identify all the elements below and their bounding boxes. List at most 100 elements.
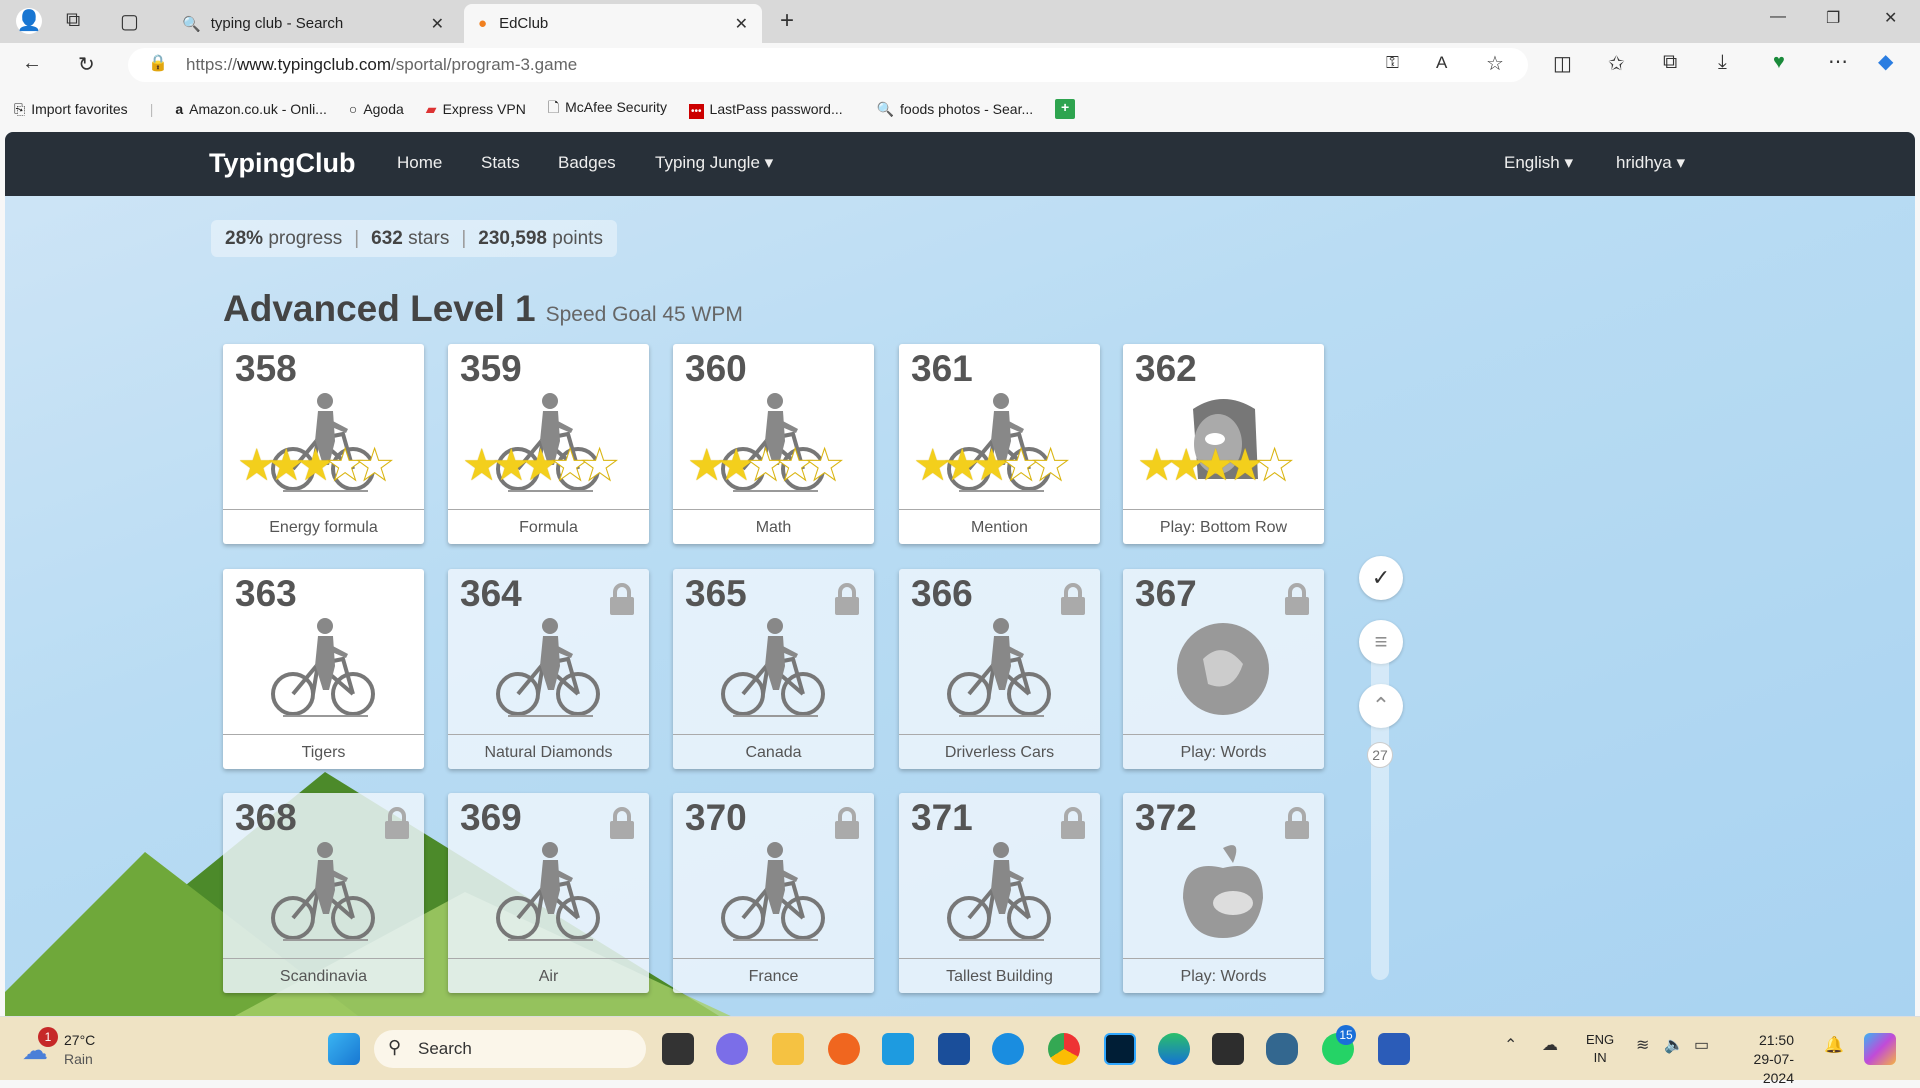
- favorite-star-icon[interactable]: ☆: [1486, 51, 1504, 76]
- collections-icon[interactable]: ⧉: [1663, 51, 1677, 74]
- notification-bell-icon[interactable]: 🔔: [1824, 1035, 1844, 1055]
- minimize-icon[interactable]: —: [1770, 8, 1786, 26]
- lock-icon[interactable]: 🔒: [148, 53, 168, 73]
- lesson-card-359[interactable]: 359 ★ ★ ★ ★ ★ Formula: [448, 344, 649, 544]
- user-dropdown[interactable]: hridhya ▾: [1616, 153, 1685, 173]
- volume-icon[interactable]: 🔈: [1664, 1035, 1684, 1055]
- input-language[interactable]: ENG IN: [1586, 1031, 1614, 1067]
- read-aloud-icon[interactable]: A: [1436, 53, 1447, 73]
- level-page-indicator[interactable]: 27: [1367, 742, 1393, 768]
- nav-typing-jungle[interactable]: Typing Jungle ▾: [655, 153, 773, 173]
- store-icon[interactable]: [938, 1033, 970, 1065]
- lesson-card-362[interactable]: 362 ★ ★ ★ ★ ★ Play: Bottom Row: [1123, 344, 1324, 544]
- bookmark-express-vpn[interactable]: ▰ Express VPN: [426, 101, 526, 118]
- lesson-card-372[interactable]: 372 Play: Words: [1123, 793, 1324, 993]
- workspaces-icon[interactable]: ⧉: [66, 9, 80, 32]
- nav-home[interactable]: Home: [397, 153, 442, 173]
- myhp-icon[interactable]: [882, 1033, 914, 1065]
- bookmark-mcafee[interactable]: 🗋 McAfee Security: [548, 97, 667, 121]
- clock[interactable]: 21:50 29-07-2024: [1724, 1031, 1794, 1088]
- weather-desc: Rain: [64, 1051, 93, 1067]
- bookmark-import-favorites[interactable]: ⎘ Import favorites: [14, 101, 128, 118]
- chevron-up-icon[interactable]: ⌃: [1504, 1035, 1517, 1055]
- bookmark-label: LastPass password...: [709, 101, 843, 117]
- lesson-label: Play: Bottom Row: [1123, 509, 1324, 544]
- lock-icon: [1284, 583, 1310, 620]
- lesson-card-360[interactable]: 360 ★ ★ ★ ★ ★ Math: [673, 344, 874, 544]
- copilot-icon[interactable]: [1864, 1033, 1896, 1065]
- weather-badge: 1: [38, 1027, 58, 1047]
- word-icon[interactable]: [1378, 1033, 1410, 1065]
- completed-filter-button[interactable]: ✓: [1359, 556, 1403, 600]
- lesson-card-366[interactable]: 366 Driverless Cars: [899, 569, 1100, 769]
- level-scrollbar[interactable]: [1371, 625, 1389, 980]
- chrome-icon[interactable]: [1048, 1033, 1080, 1065]
- lesson-card-371[interactable]: 371 Tallest Building: [899, 793, 1100, 993]
- restore-icon[interactable]: ❐: [1826, 8, 1840, 28]
- lesson-card-363[interactable]: 363 Tigers: [223, 569, 424, 769]
- copilot-icon[interactable]: ◆: [1878, 49, 1893, 74]
- level-heading: Advanced Level 1 Speed Goal 45 WPM: [223, 288, 743, 330]
- battery-icon[interactable]: ▭: [1694, 1035, 1709, 1055]
- lesson-card-361[interactable]: 361 ★ ★ ★ ★ ★ Mention: [899, 344, 1100, 544]
- profile-icon[interactable]: 👤: [16, 8, 42, 34]
- lesson-card-370[interactable]: 370 France: [673, 793, 874, 993]
- tab-edclub[interactable]: ● EdClub ✕: [464, 4, 762, 43]
- close-tab-icon[interactable]: ✕: [735, 14, 748, 34]
- weather-widget[interactable]: 27°C Rain: [64, 1031, 95, 1069]
- tab-typing-club-search[interactable]: 🔍 typing club - Search ✕: [168, 4, 458, 43]
- photoshop-icon[interactable]: [1104, 1033, 1136, 1065]
- downloads-icon[interactable]: ⤓: [1718, 51, 1727, 74]
- nav-stats[interactable]: Stats: [481, 153, 520, 173]
- star-rating: ★ ★ ★ ★ ★: [237, 443, 395, 488]
- lastpass-icon: •••: [689, 104, 704, 119]
- edge-icon[interactable]: [1158, 1033, 1190, 1065]
- search-label: Search: [418, 1039, 472, 1058]
- nav-badges[interactable]: Badges: [558, 153, 616, 173]
- favorites-icon[interactable]: ✩: [1608, 51, 1625, 76]
- lesson-card-364[interactable]: 364 Natural Diamonds: [448, 569, 649, 769]
- points-stat: 230,598 points: [478, 227, 603, 249]
- wifi-icon[interactable]: ≋: [1636, 1035, 1649, 1055]
- star-empty-icon: ★: [804, 441, 845, 490]
- close-window-icon[interactable]: ✕: [1884, 8, 1897, 28]
- search-icon: 🔍: [876, 100, 895, 117]
- onedrive-error-icon[interactable]: ☁: [1542, 1035, 1558, 1055]
- bookmark-agoda[interactable]: ○ Agoda: [349, 101, 404, 117]
- new-tab-icon[interactable]: +: [780, 7, 794, 35]
- lesson-card-369[interactable]: 369 Air: [448, 793, 649, 993]
- teams-icon[interactable]: [716, 1033, 748, 1065]
- password-key-icon[interactable]: ⚿: [1386, 53, 1399, 73]
- start-icon[interactable]: [328, 1033, 360, 1065]
- refresh-icon[interactable]: ↻: [78, 52, 95, 77]
- terminal-icon[interactable]: [1212, 1033, 1244, 1065]
- close-tab-icon[interactable]: ✕: [431, 14, 444, 34]
- firefox-icon[interactable]: [828, 1033, 860, 1065]
- speed-goal: Speed Goal 45 WPM: [545, 303, 743, 326]
- url-input[interactable]: 🔒 https://www.typingclub.com/sportal/prog…: [128, 48, 1528, 82]
- bookmark-lastpass[interactable]: ••• LastPass password...: [689, 101, 843, 119]
- more-menu-icon[interactable]: ⋯: [1828, 49, 1848, 74]
- bookmark-amazon[interactable]: a Amazon.co.uk - Onli...: [175, 101, 327, 117]
- language-dropdown[interactable]: English ▾: [1504, 153, 1573, 173]
- bookmark-label: Amazon.co.uk - Onli...: [189, 101, 327, 117]
- tab-label: typing club - Search: [210, 15, 344, 32]
- browser-essentials-icon[interactable]: ♥: [1773, 51, 1785, 74]
- help-icon[interactable]: [992, 1033, 1024, 1065]
- task-view-icon[interactable]: [662, 1033, 694, 1065]
- taskbar-search[interactable]: ⚲ Search: [374, 1030, 646, 1068]
- tab-actions-icon[interactable]: ▢: [120, 9, 139, 34]
- lesson-card-358[interactable]: 358 ★ ★ ★ ★ ★ Energy formula: [223, 344, 424, 544]
- lesson-card-367[interactable]: 367 Play: Words: [1123, 569, 1324, 769]
- lesson-card-365[interactable]: 365 Canada: [673, 569, 874, 769]
- lesson-label: Scandinavia: [223, 958, 424, 993]
- postgresql-icon[interactable]: [1266, 1033, 1298, 1065]
- bookmark-foods-photos[interactable]: 🔍 foods photos - Sear...: [877, 101, 1034, 118]
- lesson-card-368[interactable]: 368 Scandinavia: [223, 793, 424, 993]
- file-explorer-icon[interactable]: [772, 1033, 804, 1065]
- extension-plus-icon[interactable]: +: [1055, 99, 1076, 119]
- back-icon[interactable]: ←: [22, 52, 42, 75]
- lesson-number: 366: [911, 573, 973, 614]
- logo[interactable]: TypingClub: [209, 148, 355, 179]
- split-screen-icon[interactable]: ◫: [1553, 51, 1572, 76]
